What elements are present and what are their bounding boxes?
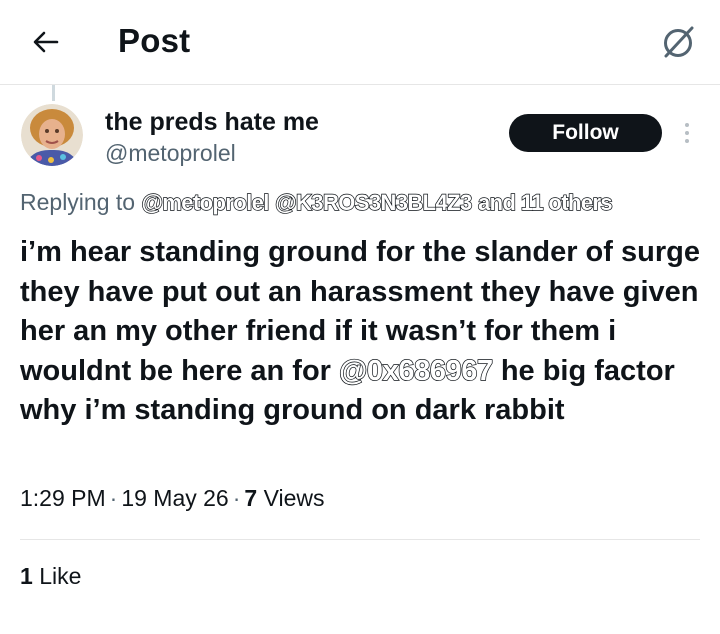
arrow-left-icon bbox=[33, 31, 59, 53]
views-label: Views bbox=[263, 485, 325, 511]
post-body: i’m hear standing ground for the slander… bbox=[20, 233, 710, 431]
page-title: Post bbox=[118, 22, 191, 59]
back-button[interactable] bbox=[26, 22, 66, 62]
reply-mention-link[interactable]: @K3ROS3N3BL4Z3 bbox=[274, 189, 472, 215]
replying-to-label: Replying to bbox=[20, 189, 136, 215]
reply-others-link[interactable]: and 11 others bbox=[477, 189, 613, 215]
author-display-name[interactable]: the preds hate me bbox=[105, 108, 319, 137]
post-mention-link[interactable]: @0x686967 bbox=[338, 354, 494, 387]
views-count: 7 bbox=[244, 485, 258, 511]
grok-icon bbox=[664, 26, 694, 58]
reply-mention-link[interactable]: @metoprolel bbox=[141, 189, 270, 215]
likes-stat[interactable]: 1 Like bbox=[20, 563, 81, 590]
more-options-icon[interactable] bbox=[676, 118, 698, 148]
likes-count: 1 bbox=[20, 563, 33, 589]
avatar[interactable] bbox=[21, 104, 83, 166]
post-time[interactable]: 1:29 PM bbox=[20, 485, 106, 511]
top-bar: Post bbox=[0, 0, 720, 85]
thread-connector-line bbox=[52, 85, 55, 101]
post-metadata: 1:29 PM · 19 May 26 · 7 Views bbox=[20, 485, 325, 511]
follow-button[interactable]: Follow bbox=[509, 114, 662, 152]
grok-button[interactable] bbox=[656, 20, 702, 64]
likes-label: Like bbox=[39, 563, 82, 589]
replying-to-line: Replying to @metoprolel @K3ROS3N3BL4Z3 a… bbox=[20, 189, 613, 216]
divider bbox=[20, 539, 700, 540]
author-handle[interactable]: @metoprolel bbox=[105, 140, 236, 167]
post-date[interactable]: 19 May 26 bbox=[121, 485, 228, 511]
